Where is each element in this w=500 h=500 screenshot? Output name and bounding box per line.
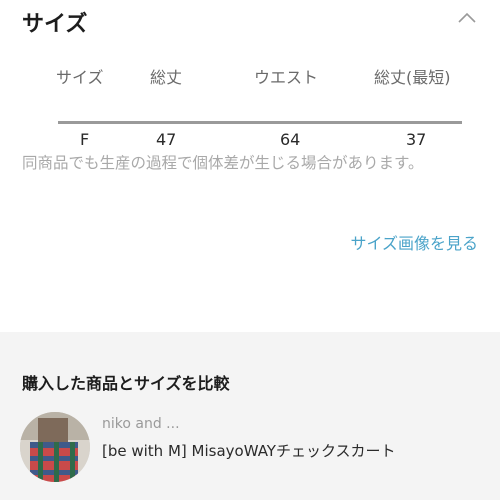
size-image-link[interactable]: サイズ画像を見る xyxy=(350,230,478,254)
size-variance-note: 同商品でも生産の過程で個体差が生じる場合があります。 xyxy=(22,154,424,172)
compare-section: 購入した商品とサイズを比較 niko and ... [be with M] M… xyxy=(0,332,500,500)
size-table-header: 総丈 xyxy=(150,68,183,87)
size-section-title: サイズ xyxy=(22,12,88,37)
product-thumbnail[interactable] xyxy=(20,412,90,482)
product-photo-image xyxy=(20,412,90,482)
more-content-fade xyxy=(22,492,482,500)
size-table-cell: 47 xyxy=(156,130,177,149)
collapse-button[interactable] xyxy=(452,6,482,30)
product-brand: niko and ... xyxy=(102,416,180,432)
size-table-header: ウエスト xyxy=(254,68,319,87)
table-divider xyxy=(58,121,462,124)
compare-section-title: 購入した商品とサイズを比較 xyxy=(22,374,230,393)
size-table-row: F 47 64 37 xyxy=(58,90,462,149)
size-table-header-row: サイズ 総丈 ウエスト 総丈(最短) xyxy=(56,60,462,90)
size-table-cell: F xyxy=(80,130,90,149)
size-table: サイズ 総丈 ウエスト 総丈(最短) F 47 64 37 xyxy=(56,60,462,149)
size-table-cell: 37 xyxy=(406,130,427,149)
chevron-up-icon xyxy=(458,12,476,23)
product-name[interactable]: [be with M] MisayoWAYチェックスカート xyxy=(102,440,396,461)
size-table-header: 総丈(最短) xyxy=(374,68,451,87)
size-section: サイズ サイズ 総丈 ウエスト 総丈(最短) F 47 64 37 同商品でも生… xyxy=(0,0,500,332)
size-table-cell: 64 xyxy=(280,130,301,149)
size-table-header: サイズ xyxy=(56,68,104,87)
